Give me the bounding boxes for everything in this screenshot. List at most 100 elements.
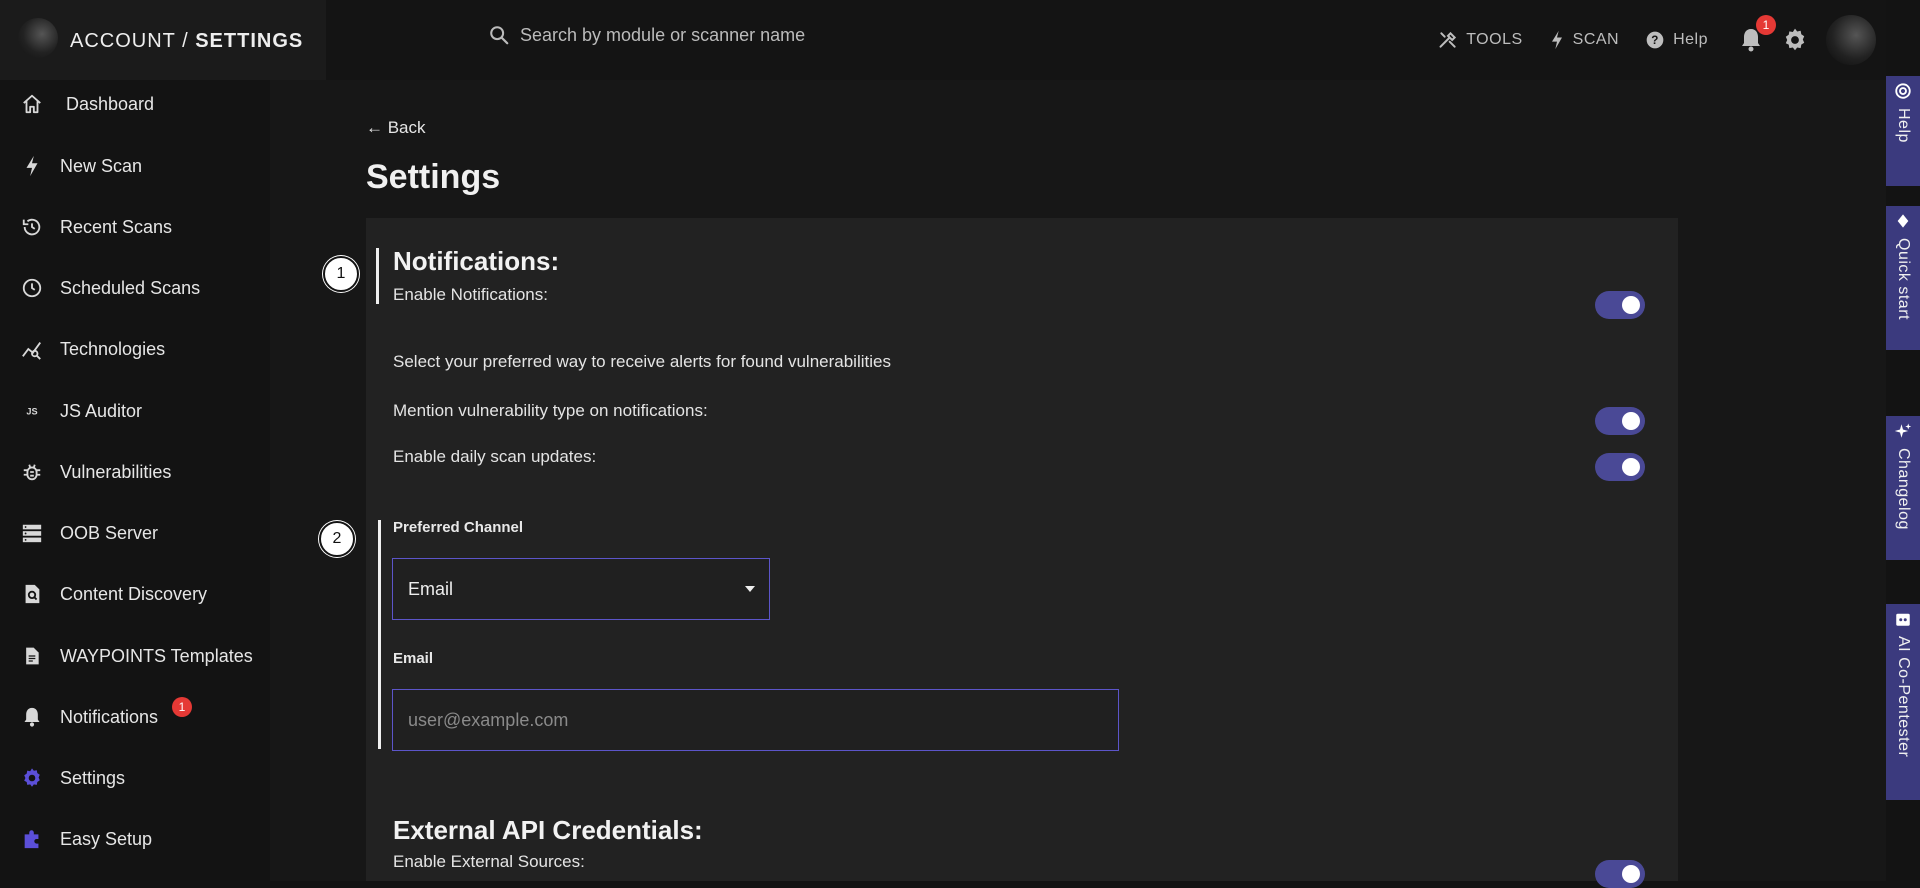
help-icon: ? — [1646, 31, 1664, 49]
gear-icon — [20, 766, 44, 790]
sidebar-item-dashboard[interactable]: Dashboard — [0, 80, 270, 128]
sidebar-item-settings[interactable]: Settings — [0, 754, 270, 802]
sidebar-item-technologies[interactable]: Technologies — [0, 325, 270, 373]
daily-updates-toggle[interactable] — [1595, 453, 1645, 481]
sidebar-item-new-scan[interactable]: New Scan — [0, 142, 270, 190]
notification-badge: 1 — [1756, 15, 1776, 35]
sidebar-item-label: Technologies — [60, 338, 166, 359]
breadcrumb: ACCOUNT / SETTINGS — [70, 30, 303, 53]
sidebar-item-label: Content Discovery — [60, 583, 208, 604]
sidebar-item-easy-setup[interactable]: Easy Setup — [0, 815, 270, 863]
sidebar-item-label: Recent Scans — [60, 216, 173, 237]
doc-search-icon — [20, 582, 44, 606]
sidebar-item-vulnerabilities[interactable]: Vulnerabilities — [0, 448, 270, 496]
sidebar-item-recent-scans[interactable]: Recent Scans — [0, 203, 270, 251]
logo-area: ACCOUNT / SETTINGS — [0, 0, 326, 80]
enable-external-label: Enable External Sources: — [393, 852, 585, 871]
quickstart-tab-label: Quick start — [1895, 238, 1912, 320]
section-divider — [378, 520, 381, 749]
help-tab[interactable]: Help — [1886, 76, 1920, 186]
email-field[interactable] — [392, 689, 1119, 751]
sidebar-item-notifications[interactable]: Notifications 1 — [0, 693, 270, 741]
sidebar-item-label: Easy Setup — [60, 828, 153, 849]
quickstart-tab[interactable]: Quick start — [1886, 206, 1920, 350]
sidebar-item-waypoints-templates[interactable]: WAYPOINTS Templates — [0, 632, 270, 680]
help-link[interactable]: ? Help — [1645, 30, 1708, 50]
enable-external-toggle[interactable] — [1595, 860, 1645, 888]
sidebar-item-content-discovery[interactable]: Content Discovery — [0, 570, 270, 618]
top-actions: TOOLS SCAN ? Help 1 — [1438, 0, 1886, 80]
right-rail: Help Quick start Changelog AI Co-Pentest… — [1886, 0, 1920, 881]
back-link[interactable]: ← Back — [366, 118, 426, 138]
sidebar-item-label: New Scan — [60, 155, 143, 176]
notifications-heading: Notifications: — [393, 246, 560, 276]
lifebuoy-icon — [1895, 83, 1911, 99]
enable-notifications-toggle[interactable] — [1595, 291, 1645, 319]
scan-link[interactable]: SCAN — [1549, 30, 1619, 50]
help-label: Help — [1673, 31, 1708, 48]
changelog-tab[interactable]: Changelog — [1886, 416, 1920, 560]
preferred-channel-value: Email — [408, 578, 454, 599]
file-icon — [20, 644, 44, 668]
enable-notifications-label: Enable Notifications: — [393, 285, 548, 304]
clock-icon — [20, 276, 44, 300]
home-icon — [20, 92, 44, 116]
sidebar-item-label: WAYPOINTS Templates — [60, 645, 253, 666]
chart-icon — [20, 337, 44, 361]
daily-updates-label: Enable daily scan updates: — [393, 447, 597, 466]
tools-link[interactable]: TOOLS — [1438, 30, 1522, 50]
sidebar-item-label: Scheduled Scans — [60, 277, 201, 298]
bolt-icon — [1551, 30, 1562, 50]
settings-button[interactable] — [1778, 23, 1812, 57]
sidebar-item-label: Vulnerabilities — [60, 461, 172, 482]
sidebar-item-label: OOB Server — [60, 522, 159, 543]
mention-vulnerability-label: Mention vulnerability type on notificati… — [393, 401, 708, 420]
caret-down-icon — [745, 586, 755, 592]
page-title: Settings — [366, 158, 501, 196]
notifications-button[interactable]: 1 — [1734, 15, 1776, 57]
svg-text:?: ? — [1651, 34, 1659, 47]
external-api-heading: External API Credentials: — [393, 815, 703, 845]
gear-icon — [1785, 28, 1805, 51]
sidebar-item-label: Notifications — [60, 706, 159, 727]
search-bar[interactable]: Search by module or scanner name — [488, 24, 805, 46]
breadcrumb-settings: SETTINGS — [195, 30, 304, 52]
help-tab-label: Help — [1895, 108, 1912, 143]
history-icon — [20, 215, 44, 239]
top-bar: ACCOUNT / SETTINGS Search by module or s… — [0, 0, 1886, 80]
search-placeholder[interactable]: Search by module or scanner name — [520, 25, 805, 46]
ai-copentester-tab[interactable]: AI Co-Pentester — [1886, 604, 1920, 800]
tools-label: TOOLS — [1466, 31, 1523, 48]
sidebar-item-label: JS Auditor — [60, 400, 143, 421]
puzzle-icon — [20, 827, 44, 851]
ai-copentester-tab-label: AI Co-Pentester — [1895, 636, 1912, 758]
mention-vulnerability-toggle[interactable] — [1595, 407, 1645, 435]
section-divider — [376, 248, 379, 304]
notifications-badge: 1 — [172, 697, 192, 717]
step-marker-1: 1 — [323, 256, 359, 292]
bug-icon — [20, 460, 44, 484]
sidebar-item-label: Dashboard — [66, 93, 155, 114]
sidebar-item-scheduled-scans[interactable]: Scheduled Scans — [0, 264, 270, 312]
robot-icon — [1896, 613, 1910, 626]
server-icon — [20, 521, 44, 545]
preferred-channel-label: Preferred Channel — [393, 519, 524, 536]
tools-icon — [1439, 31, 1457, 48]
sidebar-item-oob-server[interactable]: OOB Server — [0, 509, 270, 557]
bell-icon — [20, 705, 44, 729]
js-icon: JS — [20, 399, 44, 423]
avatar[interactable] — [1826, 15, 1876, 65]
breadcrumb-account[interactable]: ACCOUNT / — [70, 30, 189, 52]
changelog-tab-label: Changelog — [1895, 448, 1912, 530]
app-logo[interactable] — [18, 18, 58, 58]
diamond-icon — [1897, 214, 1909, 228]
preferred-channel-select[interactable]: Email — [392, 558, 770, 620]
sidebar-item-js-auditor[interactable]: JS JS Auditor — [0, 387, 270, 435]
sparkle-icon — [1894, 423, 1912, 438]
search-icon — [490, 26, 509, 45]
email-label: Email — [393, 650, 434, 667]
svg-text:JS: JS — [26, 407, 37, 417]
sidebar-item-label: Settings — [60, 767, 126, 788]
step-marker-2: 2 — [319, 521, 355, 557]
settings-panel — [366, 218, 1678, 881]
